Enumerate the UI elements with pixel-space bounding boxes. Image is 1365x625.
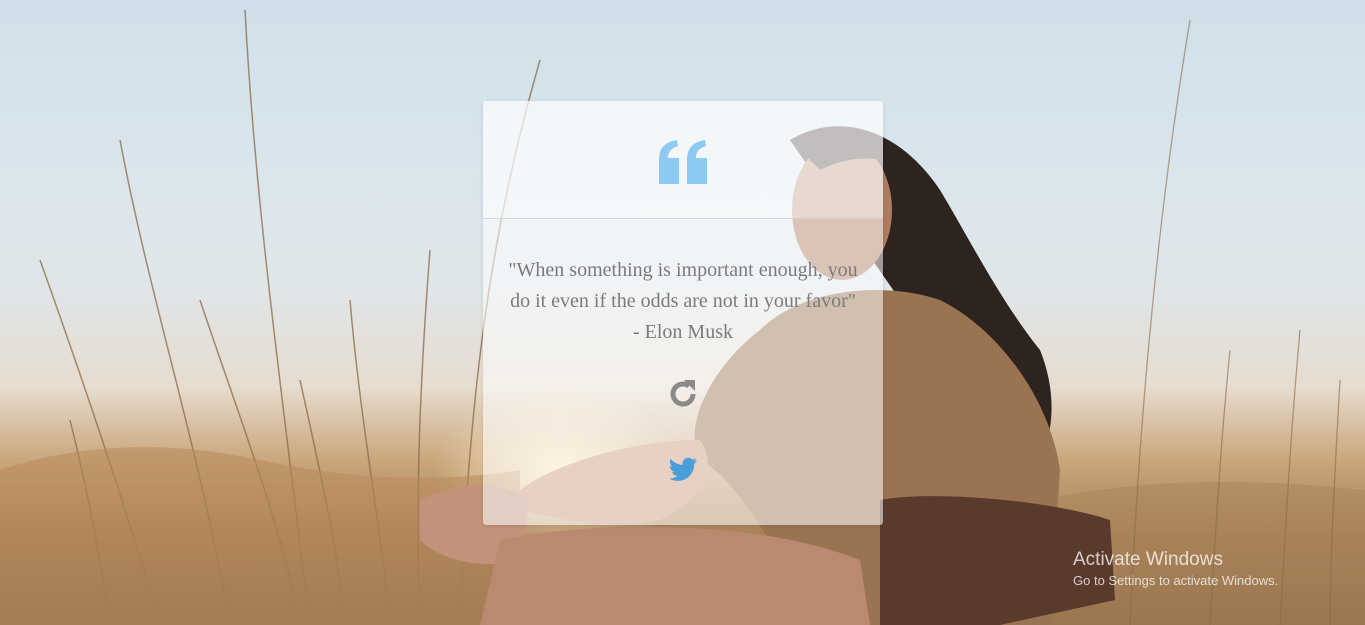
new-quote-button[interactable] — [666, 377, 700, 411]
twitter-icon — [668, 457, 698, 481]
watermark-title: Activate Windows — [1073, 549, 1223, 570]
quote-text: "When something is important enough, you… — [508, 259, 858, 343]
refresh-icon — [670, 380, 696, 407]
windows-activation-watermark: Activate Windows Go to Settings to activ… — [1073, 548, 1278, 590]
quote-card-header — [483, 101, 883, 219]
tweet-quote-button[interactable] — [666, 451, 700, 485]
watermark-subtitle: Go to Settings to activate Windows. — [1073, 573, 1279, 588]
quote-left-icon — [659, 139, 707, 184]
quote-card: "When something is important enough, you… — [483, 101, 883, 525]
